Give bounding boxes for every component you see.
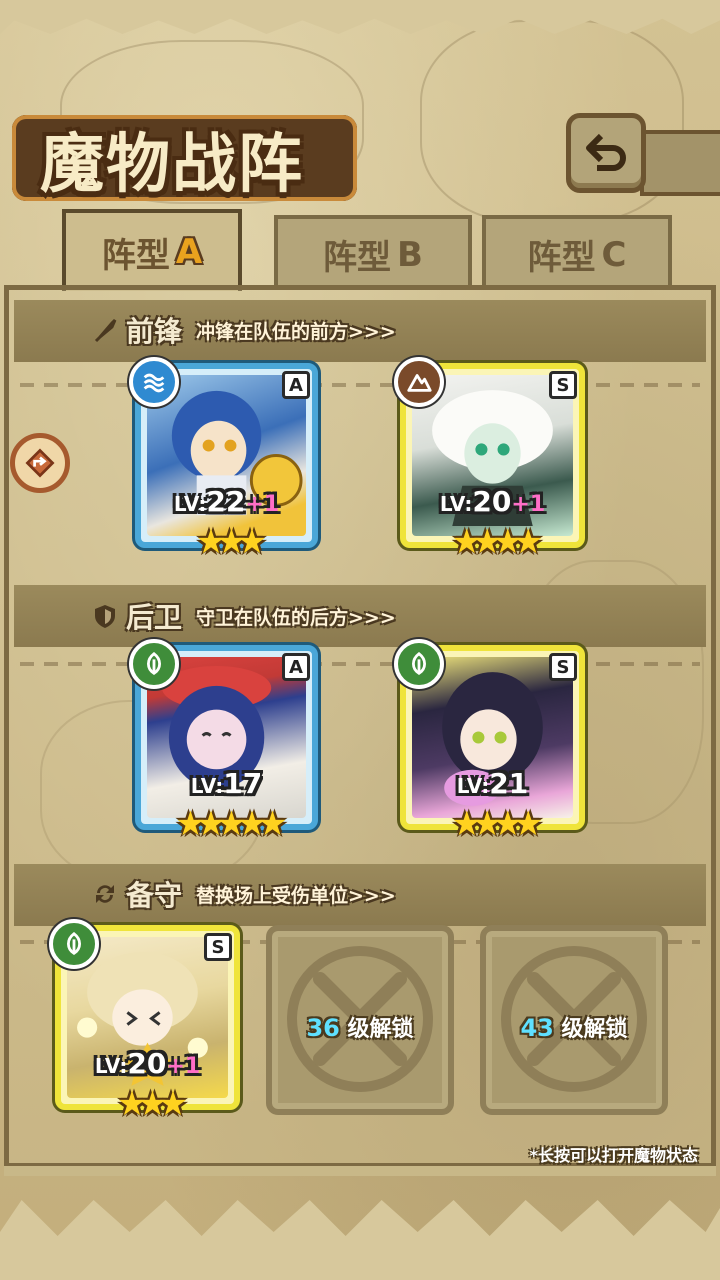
unlock-level: 43 xyxy=(520,1014,554,1042)
tab-label: 阵型 xyxy=(101,235,170,276)
star-rating: ★★★★★ xyxy=(175,804,287,844)
back-button[interactable] xyxy=(566,113,646,193)
water-element-icon xyxy=(129,357,179,407)
level-value: 20 xyxy=(472,485,512,518)
level-plus: +1 xyxy=(245,492,280,517)
wood-element-icon xyxy=(394,639,444,689)
star-rating: ★★★★ xyxy=(451,804,544,844)
wood-element-icon xyxy=(129,639,179,689)
page-title: 魔物战阵 xyxy=(40,127,304,202)
rank-badge: S xyxy=(549,371,577,399)
section-title: 后卫 xyxy=(126,601,183,634)
section-header-rear: 后卫 守卫在队伍的后方>>> xyxy=(92,596,396,636)
side-arrow-button[interactable] xyxy=(10,433,70,493)
monster-card-front-1[interactable]: A LV:22+1 ★★★ xyxy=(129,357,318,562)
tab-letter: C xyxy=(601,234,627,275)
formation-tabs: 阵型 B 阵型 C 阵型 A xyxy=(12,209,708,291)
level-label: LV:22+1 xyxy=(141,485,312,518)
unlock-requirement: 43 级解锁 xyxy=(486,1011,662,1043)
rank-badge: S xyxy=(204,933,232,961)
shield-icon xyxy=(95,605,115,628)
wood-element-icon xyxy=(49,919,99,969)
unlock-label: 级解锁 xyxy=(553,1017,628,1042)
level-label: LV:21 xyxy=(406,767,579,800)
section-desc: 冲锋在队伍的前方>>> xyxy=(196,320,396,343)
level-label: LV:17 xyxy=(141,767,312,800)
rank-badge: S xyxy=(549,653,577,681)
level-value: 22 xyxy=(206,485,246,518)
tab-label: 阵型 xyxy=(527,238,596,278)
level-prefix: LV: xyxy=(94,1054,128,1078)
divider xyxy=(20,662,700,666)
arrow-icon xyxy=(25,448,55,478)
tab-formation-c[interactable]: 阵型 C xyxy=(482,215,672,290)
tab-formation-b[interactable]: 阵型 B xyxy=(274,215,472,290)
section-title: 备守 xyxy=(126,879,183,912)
star-rating: ★★★ xyxy=(116,1084,188,1124)
section-desc: 替换场上受伤单位>>> xyxy=(196,884,396,907)
monster-card-reserve-1[interactable]: S LV:20+1 ★★★ xyxy=(49,919,240,1124)
back-button-bar xyxy=(640,130,720,196)
level-value: 21 xyxy=(489,767,529,800)
star-rating: ★★★ xyxy=(195,522,267,562)
monster-card-rear-2[interactable]: S LV:21 ★★★★ xyxy=(394,639,585,844)
monster-card-rear-1[interactable]: A LV:17 ★★★★★ xyxy=(129,639,318,844)
level-plus: +1 xyxy=(511,492,546,517)
level-prefix: LV: xyxy=(439,492,473,516)
swap-icon xyxy=(96,885,114,903)
tab-letter: A xyxy=(175,232,203,272)
star-rating: ★★★★ xyxy=(451,522,544,562)
earth-element-icon xyxy=(394,357,444,407)
locked-slot-2[interactable]: 43 级解锁 xyxy=(480,925,668,1115)
section-title: 前锋 xyxy=(126,315,183,348)
rank-badge: A xyxy=(282,371,310,399)
back-arrow-icon xyxy=(586,133,626,171)
rank-badge: A xyxy=(282,653,310,681)
tab-label: 阵型 xyxy=(323,238,392,278)
locked-slot-1[interactable]: 36 级解锁 xyxy=(266,925,454,1115)
level-label: LV:20+1 xyxy=(61,1047,234,1080)
long-press-hint: *长按可以打开魔物状态 xyxy=(529,1146,698,1165)
level-label: LV:20+1 xyxy=(406,485,579,518)
section-desc: 守卫在队伍的后方>>> xyxy=(196,606,396,629)
monster-card-front-2[interactable]: S LV:20+1 ★★★★ xyxy=(394,357,585,562)
section-header-reserve: 备守 替换场上受伤单位>>> xyxy=(92,874,396,914)
sword-icon xyxy=(94,318,117,343)
level-prefix: LV: xyxy=(173,492,207,516)
unlock-level: 36 xyxy=(306,1014,340,1042)
tab-letter: B xyxy=(397,234,423,275)
divider xyxy=(20,383,700,387)
level-value: 17 xyxy=(223,767,263,800)
section-header-front: 前锋 冲锋在队伍的前方>>> xyxy=(92,310,396,350)
level-prefix: LV: xyxy=(456,774,490,798)
unlock-label: 级解锁 xyxy=(339,1017,414,1042)
tab-formation-a[interactable]: 阵型 A xyxy=(62,209,242,291)
level-value: 20 xyxy=(127,1047,167,1080)
level-prefix: LV: xyxy=(190,774,224,798)
level-plus: +1 xyxy=(166,1054,201,1079)
unlock-requirement: 36 级解锁 xyxy=(272,1011,448,1043)
